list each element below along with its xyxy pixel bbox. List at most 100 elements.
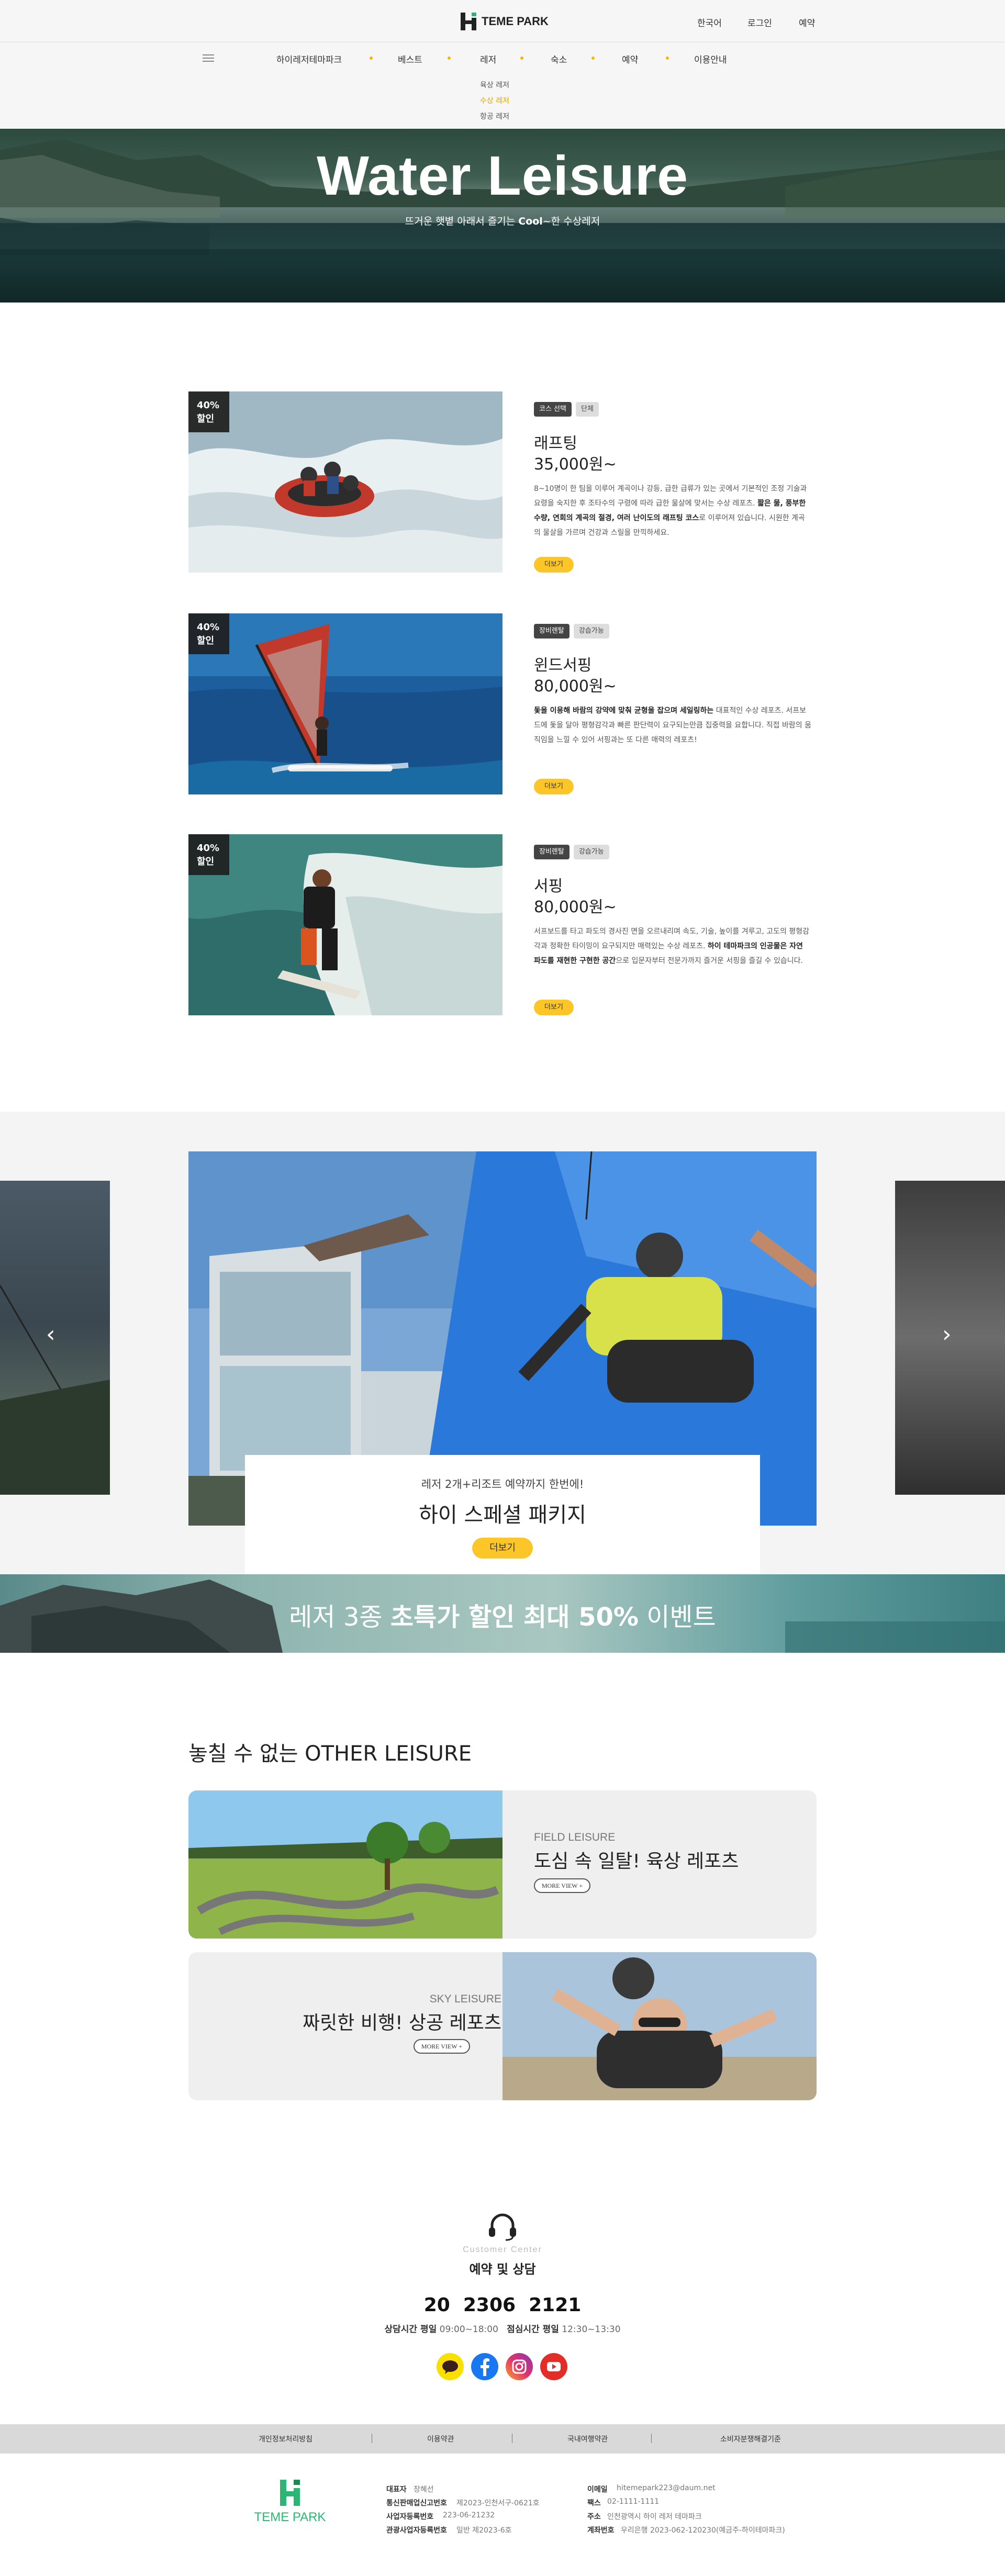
more-button[interactable]: 더보기 [534,779,574,794]
cs-hours: 상담시간 평일 09:00~18:00 점심시간 평일 12:30~13:30 [384,2324,621,2335]
product-tags: 장비렌탈 강습가능 [534,624,609,639]
nav-item-theme-park[interactable]: 하이레저테마파크 [276,52,342,65]
product-price: 80,000원~ [534,898,617,916]
slider-next-icon[interactable]: › [942,1321,952,1348]
sky-leisure-image [502,1952,817,2100]
product-surfing: 40% 할인 장비렌탈 강습가능 서핑 80,000원~ 서프보드를 타고 파도의… [188,834,817,1015]
product-description: 서프보드를 타고 파도의 경사진 면을 오르내리며 속도, 기술, 높이를 겨루… [534,927,809,965]
divider [651,2434,652,2443]
hero-title: Water Leisure [316,145,689,207]
hero-subtitle: 뜨거운 햇볕 아래서 즐기는 Cool~한 수상레저 [405,216,600,227]
nav-dot [448,57,451,60]
product-name: 서핑 [534,877,563,895]
package-title: 하이 스페셜 패키지 [419,1503,586,1527]
nav-dot [520,57,523,60]
windsurfing-image[interactable]: 40% 할인 [188,613,502,794]
package-card: 레저 2개+리조트 예약까지 한번에! 하이 스페셜 패키지 더보기 [245,1455,760,1574]
card-category: FIELD LEISURE [534,1831,616,1843]
login-link[interactable]: 로그인 [747,16,772,29]
nav-item-guide[interactable]: 이용안내 [694,52,727,65]
product-name: 윈드서핑 [534,656,592,675]
event-banner[interactable]: 레저 3종 초특가 할인 최대 50% 이벤트 [0,1574,1005,1653]
rafting-image[interactable]: 40% 할인 [188,391,502,573]
more-view-button[interactable]: MORE VIEW + [414,2039,470,2054]
slider-prev-icon[interactable]: ‹ [46,1321,55,1348]
sky-leisure-card[interactable]: SKY LEISURE 짜릿한 비행! 상공 레포츠 MORE VIEW + [188,1952,817,2100]
product-description: 돛을 이용해 바람의 강약에 맞춰 균형을 잡으며 세일링하는 대표적인 수상 … [534,707,811,744]
tag: 장비렌탈 [534,624,570,639]
policy-bar: 개인정보처리방침 이용약관 국내여행약관 소비자분쟁해결기준 [0,2424,1005,2454]
field-leisure-card[interactable]: FIELD LEISURE 도심 속 일탈! 육상 레포츠 MORE VIEW … [188,1790,817,1939]
event-banner-text: 레저 3종 초특가 할인 최대 50% 이벤트 [289,1603,716,1632]
product-tags: 장비렌탈 강습가능 [534,845,609,859]
tag: 장비렌탈 [534,845,570,859]
card-title: 짜릿한 비행! 상공 레포츠 [303,2012,501,2034]
footer-value: 223-06-21232 [443,2511,495,2519]
cs-title: 예약 및 상담 [469,2262,536,2277]
footer-value: 인천광역시 하이 레저 테마파크 [607,2513,702,2521]
lang-link[interactable]: 한국어 [697,16,722,29]
footer-logo[interactable]: TEME PARK [248,2480,332,2525]
footer-label: 팩스 [587,2499,601,2507]
facebook-icon[interactable] [471,2353,498,2380]
discount-badge: 40% 할인 [188,613,229,654]
nav-item-reserve[interactable]: 예약 [622,52,638,65]
footer-logo-mark-icon [280,2480,300,2506]
nav-dot [666,57,669,60]
submenu-land[interactable]: 육상 레저 [480,80,509,90]
terms-link[interactable]: 이용약관 [427,2434,454,2444]
submenu-sky[interactable]: 항공 레저 [480,111,509,121]
footer-label: 대표자 [386,2485,407,2494]
logo-mark-icon [461,13,476,30]
cs-phone[interactable]: 20 2306 2121 [0,2294,1005,2316]
footer-label: 주소 [587,2513,601,2521]
product-windsurfing: 40% 할인 장비렌탈 강습가능 윈드서핑 80,000원~ 돛을 이용해 바람의… [188,613,817,794]
submenu-water[interactable]: 수상 레저 [480,95,509,106]
more-view-button[interactable]: MORE VIEW + [534,1878,590,1893]
tag: 강습가능 [573,624,609,639]
package-more-button[interactable]: 더보기 [472,1538,533,1559]
footer-value: 우리은행 2023-062-120230(예금주-하이테마파크) [621,2526,785,2535]
field-leisure-image [188,1790,502,1939]
nav-item-leisure[interactable]: 레저 [480,52,496,65]
footer-value: 장혜선 [414,2485,434,2494]
product-rafting: 40% 할인 코스 선택 단체 래프팅 35,000원~ 8~10명이 한 팀을 … [188,391,817,573]
tag: 단체 [575,402,599,417]
tag: 강습가능 [573,845,609,859]
brand-name: TEME PARK [482,15,549,28]
site-logo[interactable]: TEME PARK [461,13,549,30]
footer-brand: TEME PARK [254,2510,326,2524]
dispute-link[interactable]: 소비자분쟁해결기준 [720,2434,781,2444]
travel-terms-link[interactable]: 국내여행약관 [567,2434,608,2444]
privacy-link[interactable]: 개인정보처리방침 [259,2434,312,2444]
product-tags: 코스 선택 단체 [534,402,599,417]
menu-icon[interactable] [203,54,214,62]
more-button[interactable]: 더보기 [534,557,574,573]
tag: 코스 선택 [534,402,572,417]
footer-value[interactable]: hitemepark223@daum.net [617,2484,716,2492]
cs-eng-label: Customer Center [463,2245,542,2254]
footer-label: 통신판매업신고번호 [386,2499,447,2507]
footer-label: 계좌번호 [587,2526,615,2535]
discount-badge: 40% 할인 [188,834,229,875]
nav-dot [591,57,595,60]
more-button[interactable]: 더보기 [534,1000,574,1015]
package-subtitle: 레저 2개+리조트 예약까지 한번에! [421,1478,584,1491]
product-name: 래프팅 [534,434,577,453]
footer-value: 제2023-인천서구-0621호 [456,2499,540,2507]
product-price: 35,000원~ [534,455,617,474]
footer-label: 관광사업자등록번호 [386,2526,447,2535]
nav-item-stay[interactable]: 숙소 [551,52,567,65]
card-title: 도심 속 일탈! 육상 레포츠 [534,1851,739,1872]
footer-label: 이메일 [587,2485,608,2494]
reserve-link[interactable]: 예약 [799,16,815,29]
nav-item-best[interactable]: 베스트 [398,52,422,65]
product-description: 8~10명이 한 팀을 이루어 계곡이나 강등, 급한 급류가 있는 곳에서 기… [534,485,807,537]
instagram-icon[interactable] [506,2353,533,2380]
youtube-icon[interactable] [540,2353,567,2380]
kakao-icon[interactable] [437,2353,464,2380]
hero-banner: Water Leisure 뜨거운 햇볕 아래서 즐기는 Cool~한 수상레저 [0,129,1005,303]
surfing-image[interactable]: 40% 할인 [188,834,502,1015]
footer-value: 02-1111-1111 [607,2497,660,2506]
footer-label: 사업자등록번호 [386,2513,434,2521]
